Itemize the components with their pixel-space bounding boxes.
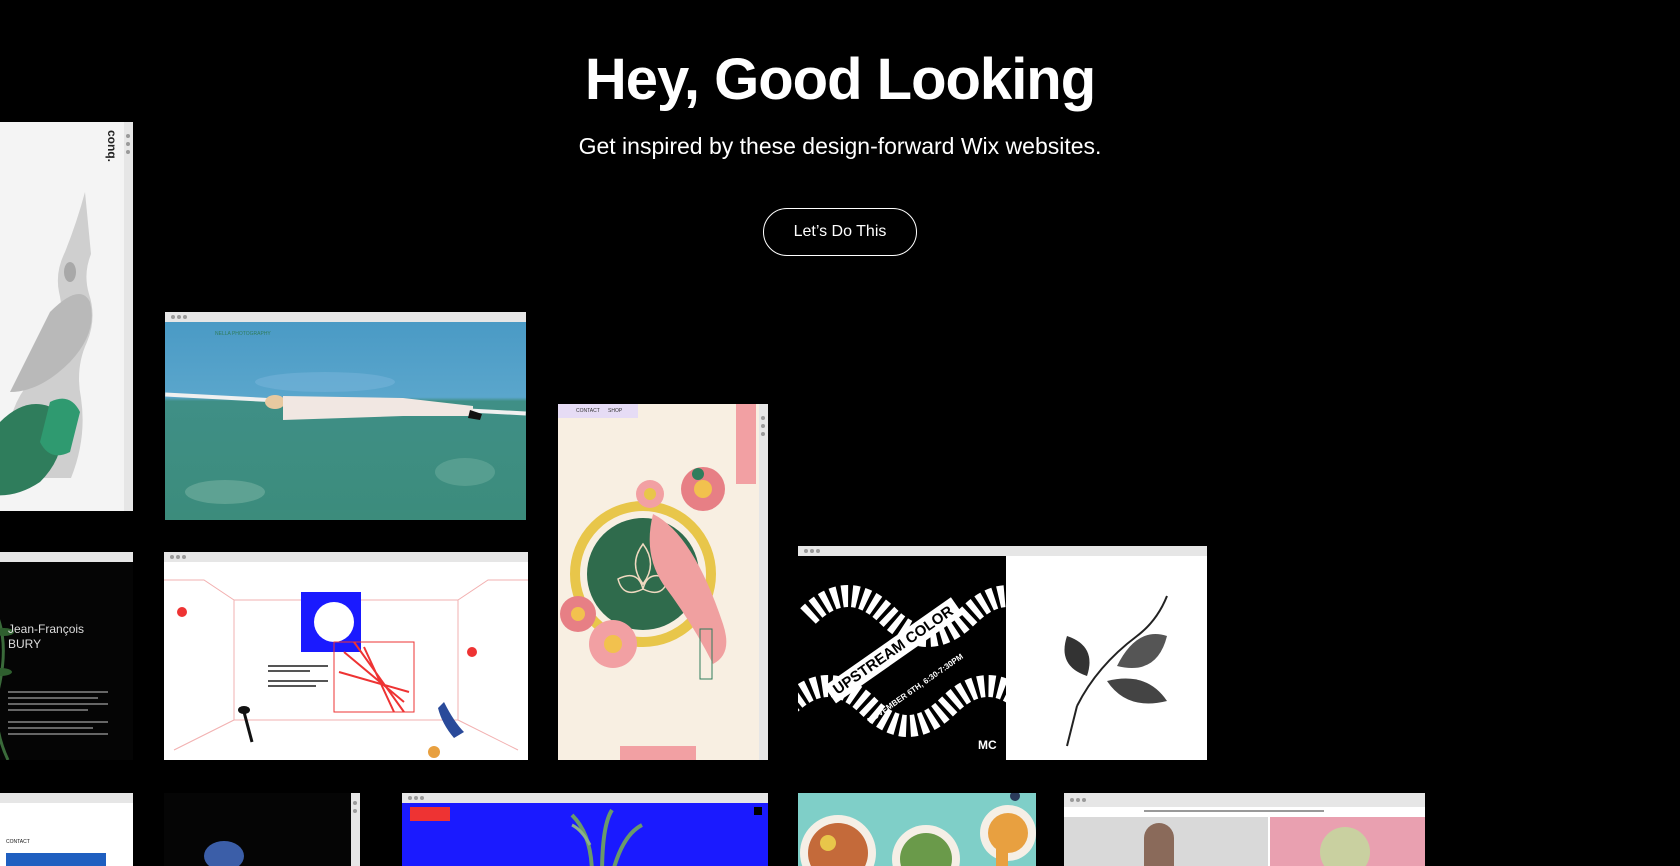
room-caption-text bbox=[268, 662, 328, 690]
window-bar bbox=[165, 312, 526, 322]
website-card-dark[interactable] bbox=[164, 793, 360, 866]
room-scene-illustration bbox=[164, 579, 528, 758]
lets-do-this-button[interactable]: Let’s Do This bbox=[763, 208, 917, 256]
plant-vase-image bbox=[570, 808, 644, 866]
website-card-conq[interactable]: conq. bbox=[0, 122, 133, 511]
flower-medallion-illustration bbox=[560, 467, 727, 760]
poster-panel: UPSTREAM COLOR NOVEMBER 6TH, 6:30-7:30PM… bbox=[798, 556, 1006, 760]
dark-card-image bbox=[204, 841, 244, 866]
jean-name-line1: Jean-François bbox=[8, 622, 85, 636]
window-bar bbox=[798, 546, 1207, 556]
window-bar bbox=[351, 793, 360, 866]
website-card-upstream-color[interactable]: UPSTREAM COLOR NOVEMBER 6TH, 6:30-7:30PM… bbox=[798, 546, 1207, 760]
website-card-food[interactable] bbox=[798, 793, 1036, 866]
sculpture-leaf-image bbox=[1064, 595, 1168, 747]
fashion-head-figure bbox=[1320, 827, 1370, 866]
page: Hey, Good Looking Get inspired by these … bbox=[0, 0, 1680, 866]
window-bar bbox=[0, 793, 133, 803]
fashion-model-figure bbox=[1144, 823, 1174, 866]
fashion-nav-line bbox=[1144, 810, 1324, 812]
window-bar bbox=[164, 552, 528, 562]
window-bar bbox=[124, 122, 133, 511]
website-card-fashion[interactable] bbox=[1064, 793, 1425, 866]
bottom-left-menu-contact[interactable]: CONTACT bbox=[6, 839, 30, 846]
fashion-right-photo bbox=[1270, 817, 1425, 866]
jean-name-line2: BURY bbox=[8, 637, 42, 651]
website-card-blue[interactable] bbox=[402, 793, 768, 866]
website-card-illustration[interactable]: CONTACT SHOP bbox=[558, 404, 768, 760]
window-bar bbox=[1064, 793, 1425, 807]
blue-card-red-title bbox=[410, 807, 450, 821]
window-bar bbox=[402, 793, 768, 803]
food-tag-strip bbox=[996, 817, 1008, 866]
snake-pattern-image bbox=[798, 585, 1006, 737]
website-card-jean-francois-bury[interactable]: Jean-François BURY bbox=[0, 552, 133, 760]
page-title: Hey, Good Looking bbox=[584, 47, 1096, 112]
dancer-sculpture-image bbox=[0, 192, 93, 496]
blue-card-close-icon[interactable] bbox=[754, 807, 762, 815]
fashion-left-photo bbox=[1064, 817, 1268, 866]
jean-body-text bbox=[8, 687, 108, 739]
lying-person-image bbox=[185, 372, 495, 504]
window-bar bbox=[0, 552, 133, 562]
page-subtitle: Get inspired by these design-forward Wix… bbox=[578, 133, 1102, 159]
poster-mc-logo: MC bbox=[978, 738, 997, 752]
bottom-left-blue-strip bbox=[6, 853, 106, 866]
website-card-photography[interactable]: NELLA PHOTOGRAPHY bbox=[165, 312, 526, 520]
website-card-bottom-left[interactable]: CONTACT bbox=[0, 793, 133, 866]
website-card-room-illustration[interactable] bbox=[164, 552, 528, 760]
